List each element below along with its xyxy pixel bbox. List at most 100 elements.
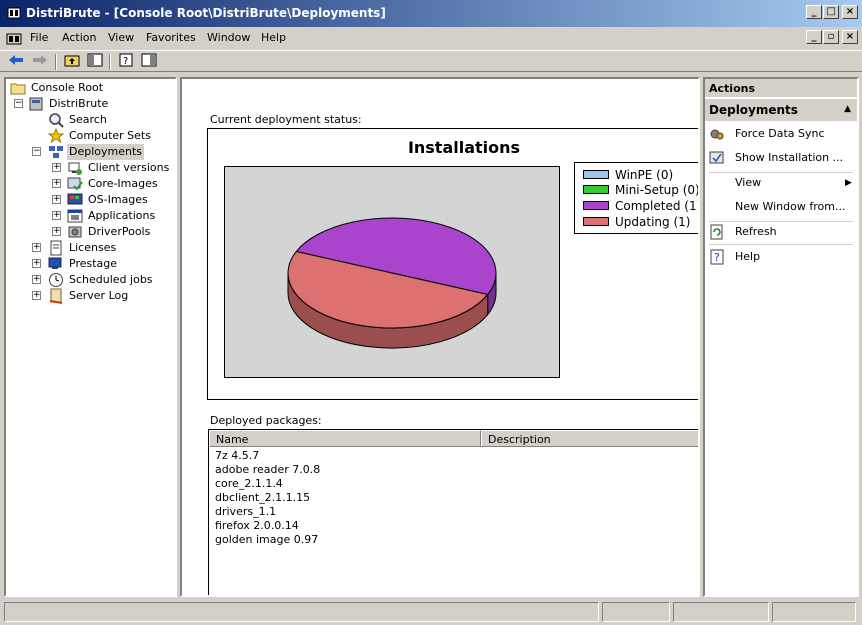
list-item[interactable]: firefox 2.0.0.14 [215,519,299,533]
expand-toggle[interactable]: + [32,275,41,284]
log-icon [49,288,63,304]
collapse-toggle[interactable]: − [32,147,41,156]
list-item[interactable]: golden image 0.97 [215,533,318,547]
legend-swatch [583,185,609,194]
list-item[interactable]: drivers_1.1 [215,505,276,519]
collapse-toggle[interactable]: − [14,99,23,108]
tree-item-scheduled-jobs[interactable]: Scheduled jobs [48,272,168,288]
help-toolbar-button[interactable]: ? [116,53,136,71]
child-restore-button[interactable]: ▫ [823,30,839,44]
console-tree[interactable]: Console Root − DistriBrute Search Comput… [4,77,177,597]
legend-entry: Mini-Setup (0) [583,183,698,197]
list-item[interactable]: dbclient_2.1.1.15 [215,491,310,505]
action-help[interactable]: ? Help [709,248,857,266]
expand-toggle[interactable]: + [52,211,61,220]
forward-arrow-icon [33,55,47,65]
status-bar [0,600,862,625]
column-header-name[interactable]: Name [209,430,481,447]
forward-button[interactable] [30,53,50,71]
tree-item-client-versions[interactable]: Client versions [67,160,171,176]
status-panel [602,602,670,622]
deployment-status-label: Current deployment status: [210,113,362,126]
expand-toggle[interactable]: + [52,163,61,172]
client-versions-icon [68,162,82,175]
window-title: DistriBrute - [Console Root\DistriBrute\… [26,6,386,20]
menu-bar: File Action View Favorites Window Help _… [0,27,862,49]
actions-divider [709,244,853,245]
action-show-installation[interactable]: Show Installation ... [709,149,857,167]
child-minimize-button[interactable]: _ [806,30,822,44]
up-level-button[interactable] [62,53,82,71]
actions-divider [709,172,853,173]
help-book-icon: ? [119,53,133,67]
details-pane: Current deployment status: Installations… [180,77,700,597]
tree-item-prestage[interactable]: Prestage [48,256,168,272]
submenu-arrow-icon: ▶ [845,178,852,188]
refresh-icon [710,224,723,240]
column-header-description[interactable]: Description [481,430,698,447]
menu-favorites[interactable]: Favorites [146,31,196,44]
show-hide-action-pane-button[interactable] [139,53,159,71]
tree-item-server-log[interactable]: Server Log [48,288,168,304]
action-refresh[interactable]: Refresh [709,223,857,241]
minimize-button[interactable]: _ [806,5,822,19]
maximize-button[interactable]: □ [823,5,839,19]
action-new-window[interactable]: New Window from... [709,198,857,216]
tree-item-deployments[interactable]: Deployments [48,144,168,160]
svg-text:?: ? [714,251,720,264]
legend-entry: Completed (1) [583,199,698,213]
expand-toggle[interactable]: + [32,243,41,252]
toolbar: ? [0,50,862,72]
tree-item-applications[interactable]: Applications [67,208,171,224]
star-icon [48,128,64,144]
menu-file[interactable]: File [30,31,48,44]
prestage-icon [48,257,62,269]
status-panel [4,602,599,622]
expand-toggle[interactable]: + [52,195,61,204]
expand-toggle[interactable]: + [32,259,41,268]
list-item[interactable]: adobe reader 7.0.8 [215,463,320,477]
tree-item-driverpools[interactable]: DriverPools [67,224,171,240]
title-bar: DistriBrute - [Console Root\DistriBrute\… [0,0,862,27]
deployments-icon [49,146,63,158]
menu-view[interactable]: View [108,31,134,44]
console-tree-icon [87,53,103,67]
menu-action[interactable]: Action [62,31,96,44]
expand-toggle[interactable]: + [52,179,61,188]
child-close-button[interactable]: × [842,30,858,44]
actions-section-deployments[interactable]: Deployments ▲ [705,99,857,121]
chart-frame: Installations WinPE (0) Mini-Setup (0) C… [207,128,698,400]
menu-window[interactable]: Window [207,31,250,44]
expand-toggle[interactable]: + [32,291,41,300]
app-icon [7,7,21,19]
list-item[interactable]: core_2.1.1.4 [215,477,283,491]
tree-item-computer-sets[interactable]: Computer Sets [48,128,168,144]
toolbar-separator [109,54,111,70]
expand-toggle[interactable]: + [52,227,61,236]
actions-divider [709,221,853,222]
close-button[interactable]: × [842,5,858,19]
back-button[interactable] [6,53,26,71]
action-view[interactable]: View ▶ [709,174,857,192]
driverpools-icon [68,226,82,238]
tree-item-search[interactable]: Search [48,112,168,128]
os-images-icon [67,193,83,205]
menu-help[interactable]: Help [261,31,286,44]
packages-list[interactable]: Name Description 7z 4.5.7 adobe reader 7… [208,429,698,595]
tree-item-distribrute[interactable]: DistriBrute [28,96,168,112]
tree-item-os-images[interactable]: OS-Images [67,192,171,208]
installation-icon [709,151,724,164]
folder-icon [10,83,26,95]
applications-icon [67,209,83,223]
tree-item-console-root[interactable]: Console Root [10,80,170,96]
tree-item-licenses[interactable]: Licenses [48,240,168,256]
action-force-data-sync[interactable]: Force Data Sync [709,125,857,143]
help-icon: ? [710,249,724,265]
console-icon[interactable] [6,30,22,46]
licenses-icon [50,240,62,256]
tree-item-core-images[interactable]: Core-Images [67,176,171,192]
back-arrow-icon [9,55,23,65]
show-hide-tree-button[interactable] [85,53,105,71]
svg-text:?: ? [123,56,128,67]
list-item[interactable]: 7z 4.5.7 [215,449,259,463]
